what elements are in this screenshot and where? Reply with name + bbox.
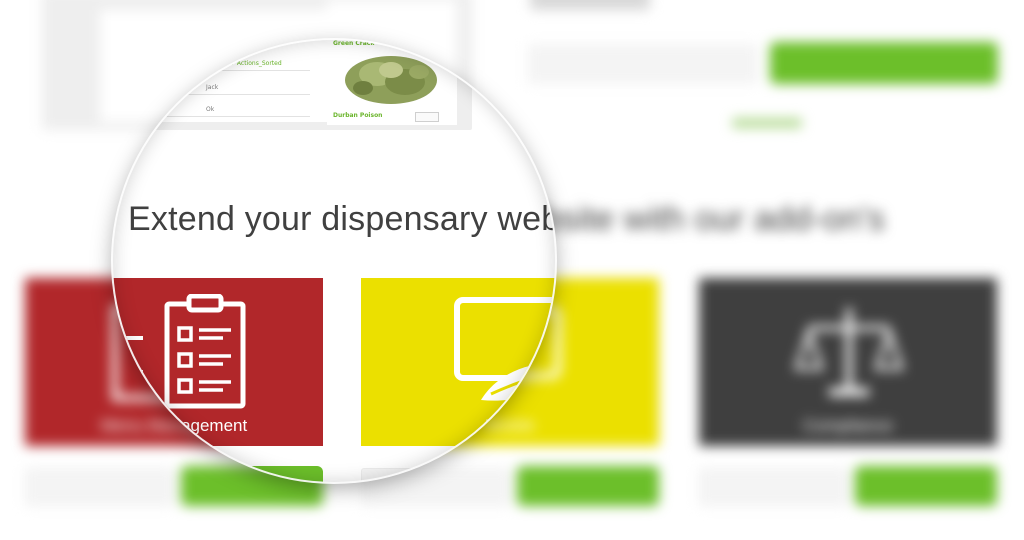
- addon-tile-mobile[interactable]: Mobile: [361, 278, 555, 446]
- addon-label: Mobile: [484, 416, 536, 435]
- clipboard-checklist-icon: [164, 294, 246, 409]
- preview-product: Green Crack Durban Poison: [327, 40, 457, 125]
- preview-form: + Actions_Sorted Jack Ok: [113, 40, 350, 122]
- adjacent-icon-fragment: [123, 336, 143, 394]
- details-button[interactable]: [113, 468, 175, 482]
- add-button[interactable]: [855, 466, 997, 506]
- addon-tile-compliance[interactable]: Compliance: [699, 278, 997, 446]
- addon-actions: [361, 462, 555, 482]
- add-button[interactable]: [181, 466, 323, 482]
- magnifier-lens: + Actions_Sorted Jack Ok Green Crack Dur…: [113, 40, 555, 482]
- top-section-title: [530, 0, 650, 10]
- section-headline: Extend your dispensary website with our …: [128, 200, 555, 238]
- details-button[interactable]: [361, 468, 511, 482]
- addon-label: Menu Management: [113, 416, 248, 435]
- top-primary-button[interactable]: [770, 42, 998, 84]
- page-sharp: + Actions_Sorted Jack Ok Green Crack Dur…: [113, 40, 555, 482]
- addon-label: Compliance: [803, 416, 893, 435]
- form-line-text: + Actions_Sorted: [230, 60, 282, 67]
- scales-icon: [794, 308, 904, 396]
- monitor-leaf-icon: [454, 297, 555, 401]
- top-link[interactable]: [732, 118, 802, 128]
- add-to-cart-button[interactable]: [415, 112, 439, 122]
- form-line-text: Ok: [206, 106, 215, 113]
- details-button[interactable]: [699, 468, 849, 506]
- product-name: Green Crack: [333, 40, 375, 47]
- add-button[interactable]: [517, 466, 555, 482]
- preview-panel: + Actions_Sorted Jack Ok Green Crack Dur…: [113, 40, 472, 130]
- addon-actions: [699, 462, 997, 508]
- top-secondary-button[interactable]: [528, 44, 758, 84]
- form-line-text: Jack: [206, 84, 219, 91]
- addon-actions: [113, 462, 323, 482]
- addon-tile-menu-management[interactable]: Menu Management: [113, 278, 323, 446]
- product-name: Durban Poison: [333, 112, 383, 119]
- cannabis-bud-image: [345, 56, 437, 104]
